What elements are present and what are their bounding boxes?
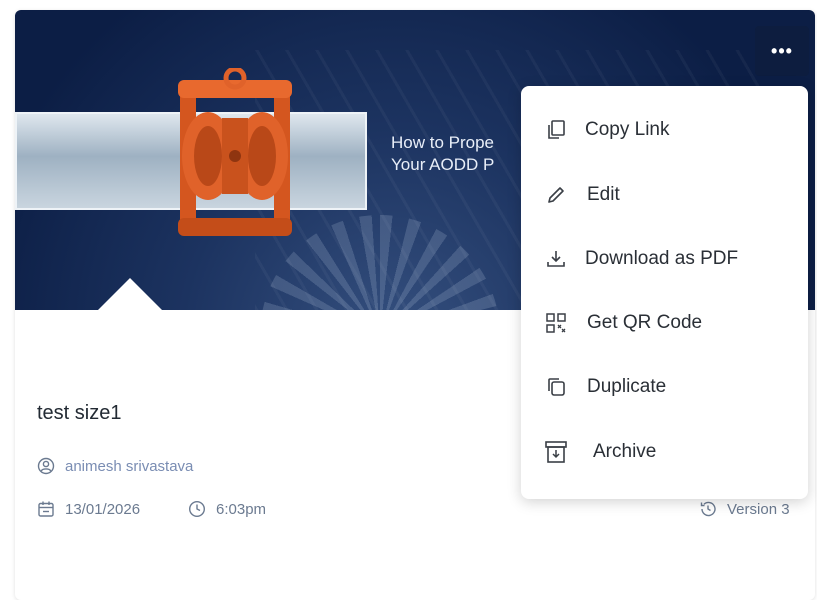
clock-icon — [188, 500, 206, 518]
more-options-menu: Copy Link Edit Download as PDF Get QR Co… — [521, 86, 808, 499]
card-author: animesh srivastava — [37, 457, 193, 475]
duplicate-icon — [543, 374, 569, 400]
menu-label-duplicate: Duplicate — [587, 376, 667, 397]
banner-title-text: How to Prope Your AODD P — [391, 133, 495, 174]
qr-code-icon — [543, 310, 569, 336]
menu-label-copy-link: Copy Link — [585, 119, 670, 140]
more-options-label: ••• — [771, 40, 793, 61]
user-icon — [37, 457, 55, 475]
history-icon — [700, 501, 716, 517]
more-options-button[interactable]: ••• — [755, 26, 809, 76]
menu-item-duplicate[interactable]: Duplicate — [521, 357, 808, 417]
card-version[interactable]: Version 3 — [699, 500, 790, 518]
menu-label-archive: Archive — [593, 441, 657, 462]
pencil-icon — [543, 182, 569, 208]
card-date: 13/01/2026 — [37, 500, 140, 518]
archive-icon — [543, 439, 569, 465]
menu-item-qr-code[interactable]: Get QR Code — [521, 293, 808, 353]
card-time: 6:03pm — [188, 500, 266, 518]
menu-item-edit[interactable]: Edit — [521, 165, 808, 225]
author-name: animesh srivastava — [65, 457, 194, 475]
menu-item-download-pdf[interactable]: Download as PDF — [521, 229, 808, 289]
banner-notch — [97, 278, 163, 310]
pump-illustration — [178, 68, 292, 236]
card-title[interactable]: test size1 — [37, 402, 121, 425]
menu-item-copy-link[interactable]: Copy Link — [521, 100, 808, 160]
time-value: 6:03pm — [216, 500, 267, 518]
version-label: Version 3 — [727, 500, 790, 518]
menu-label-download-pdf: Download as PDF — [585, 248, 739, 269]
menu-label-qr-code: Get QR Code — [587, 312, 703, 333]
date-value: 13/01/2026 — [65, 500, 141, 518]
menu-label-edit: Edit — [587, 184, 620, 205]
copy-link-icon — [543, 117, 569, 143]
menu-item-archive[interactable]: Archive — [521, 422, 808, 482]
download-icon — [543, 246, 569, 272]
calendar-icon — [38, 501, 54, 517]
